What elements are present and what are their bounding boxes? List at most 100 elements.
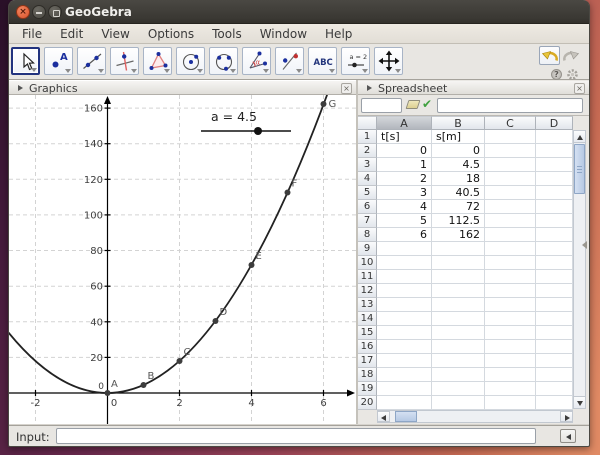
spreadsheet-cell[interactable]: [377, 312, 432, 326]
row-header[interactable]: 6: [358, 200, 377, 214]
spreadsheet-cell[interactable]: [485, 242, 536, 256]
spreadsheet-cell[interactable]: [377, 354, 432, 368]
spreadsheet-cell[interactable]: [485, 368, 536, 382]
spreadsheet-cell[interactable]: 2: [377, 172, 432, 186]
row-header[interactable]: 20: [358, 396, 377, 410]
row-header[interactable]: 4: [358, 172, 377, 186]
menu-file[interactable]: File: [13, 25, 51, 43]
spreadsheet-cell[interactable]: 5: [377, 214, 432, 228]
scroll-down-button[interactable]: [573, 396, 586, 409]
undo-button[interactable]: [539, 46, 560, 65]
spreadsheet-cell[interactable]: [536, 312, 573, 326]
perpendicular-line-tool-button[interactable]: [110, 47, 139, 75]
spreadsheet-cell[interactable]: 0: [432, 144, 485, 158]
graph-points[interactable]: [104, 101, 327, 396]
maximize-window-icon[interactable]: [48, 5, 62, 19]
spreadsheet-cell[interactable]: [432, 340, 485, 354]
minimize-window-icon[interactable]: [32, 5, 46, 19]
horizontal-scroll-thumb[interactable]: [395, 411, 417, 422]
row-header[interactable]: 9: [358, 242, 377, 256]
spreadsheet-cell[interactable]: [485, 200, 536, 214]
spreadsheet-cell[interactable]: [432, 312, 485, 326]
scroll-left-button[interactable]: [377, 411, 390, 422]
spreadsheet-cell[interactable]: [485, 312, 536, 326]
spreadsheet-cell[interactable]: [485, 214, 536, 228]
menu-edit[interactable]: Edit: [51, 25, 92, 43]
row-header[interactable]: 18: [358, 368, 377, 382]
spreadsheet-cell[interactable]: [485, 298, 536, 312]
row-header[interactable]: 15: [358, 326, 377, 340]
spreadsheet-cell[interactable]: [536, 396, 573, 410]
spreadsheet-cell[interactable]: [536, 298, 573, 312]
spreadsheet-cell[interactable]: [377, 270, 432, 284]
spreadsheet-cell[interactable]: 72: [432, 200, 485, 214]
spreadsheet-cell[interactable]: [485, 228, 536, 242]
spreadsheet-cell[interactable]: [432, 284, 485, 298]
spreadsheet-cell[interactable]: [432, 354, 485, 368]
spreadsheet-close-icon[interactable]: ×: [574, 82, 585, 94]
spreadsheet-cell[interactable]: [485, 144, 536, 158]
spreadsheet-cell[interactable]: [536, 172, 573, 186]
spreadsheet-cell[interactable]: [377, 242, 432, 256]
spreadsheet-cell[interactable]: [536, 200, 573, 214]
column-header-D[interactable]: D: [536, 116, 573, 130]
spreadsheet-cell[interactable]: t[s]: [377, 130, 432, 144]
horizontal-scrollbar[interactable]: [377, 410, 573, 423]
menu-options[interactable]: Options: [139, 25, 203, 43]
spreadsheet-cell[interactable]: [485, 256, 536, 270]
menu-help[interactable]: Help: [316, 25, 361, 43]
confirm-check-icon[interactable]: ✔: [422, 97, 432, 111]
spreadsheet-cell[interactable]: [485, 354, 536, 368]
spreadsheet-cell[interactable]: [485, 382, 536, 396]
spreadsheet-cell[interactable]: [377, 284, 432, 298]
spreadsheet-cell[interactable]: 18: [432, 172, 485, 186]
spreadsheet-cell[interactable]: [485, 270, 536, 284]
input-help-toggle-button[interactable]: [560, 429, 576, 443]
spreadsheet-cell[interactable]: [536, 256, 573, 270]
spreadsheet-cell[interactable]: 40.5: [432, 186, 485, 200]
spreadsheet-cell[interactable]: [536, 354, 573, 368]
panel-menu-arrow-icon[interactable]: [18, 85, 23, 91]
row-header[interactable]: 14: [358, 312, 377, 326]
graphics-canvas[interactable]: 160 140 120 100 80 60 40 20 0 -2 0 2 4 6: [7, 94, 356, 424]
column-header-A[interactable]: A: [377, 116, 432, 130]
menu-window[interactable]: Window: [251, 25, 316, 43]
spreadsheet-cell[interactable]: [377, 382, 432, 396]
angle-tool-button[interactable]: α: [242, 47, 271, 75]
spreadsheet-cell[interactable]: [485, 172, 536, 186]
spreadsheet-cell[interactable]: [432, 242, 485, 256]
row-header[interactable]: 19: [358, 382, 377, 396]
slider-handle[interactable]: [254, 127, 262, 135]
spreadsheet-cell[interactable]: [377, 298, 432, 312]
vertical-scrollbar[interactable]: [573, 130, 586, 409]
spreadsheet-cell[interactable]: [536, 340, 573, 354]
spreadsheet-cell[interactable]: [536, 130, 573, 144]
cell-name-box[interactable]: [361, 98, 402, 113]
collapse-panel-icon[interactable]: [582, 241, 587, 249]
menu-view[interactable]: View: [92, 25, 138, 43]
spreadsheet-cell[interactable]: [432, 298, 485, 312]
spreadsheet-cell[interactable]: s[m]: [432, 130, 485, 144]
spreadsheet-cell[interactable]: [432, 382, 485, 396]
spreadsheet-cell[interactable]: 4.5: [432, 158, 485, 172]
spreadsheet-cell[interactable]: [377, 326, 432, 340]
slider-tool-button[interactable]: a = 2: [341, 47, 370, 75]
menu-tools[interactable]: Tools: [203, 25, 251, 43]
title-bar[interactable]: × GeoGebra: [9, 0, 589, 24]
move-graphics-view-tool-button[interactable]: [374, 47, 403, 75]
circle-tool-button[interactable]: [176, 47, 205, 75]
vertical-scroll-thumb[interactable]: [574, 144, 585, 194]
function-curve[interactable]: [7, 94, 328, 394]
row-header[interactable]: 8: [358, 228, 377, 242]
spreadsheet-cell[interactable]: [377, 396, 432, 410]
move-tool-button[interactable]: [11, 47, 40, 75]
spreadsheet-panel-header[interactable]: Spreadsheet ×: [358, 81, 589, 95]
row-header[interactable]: 7: [358, 214, 377, 228]
graphics-close-icon[interactable]: ×: [341, 82, 352, 94]
spreadsheet-cell[interactable]: [536, 326, 573, 340]
row-header[interactable]: 2: [358, 144, 377, 158]
spreadsheet-cell[interactable]: [536, 284, 573, 298]
point-tool-button[interactable]: A: [44, 47, 73, 75]
spreadsheet-cell[interactable]: 162: [432, 228, 485, 242]
scroll-up-button[interactable]: [573, 130, 586, 143]
